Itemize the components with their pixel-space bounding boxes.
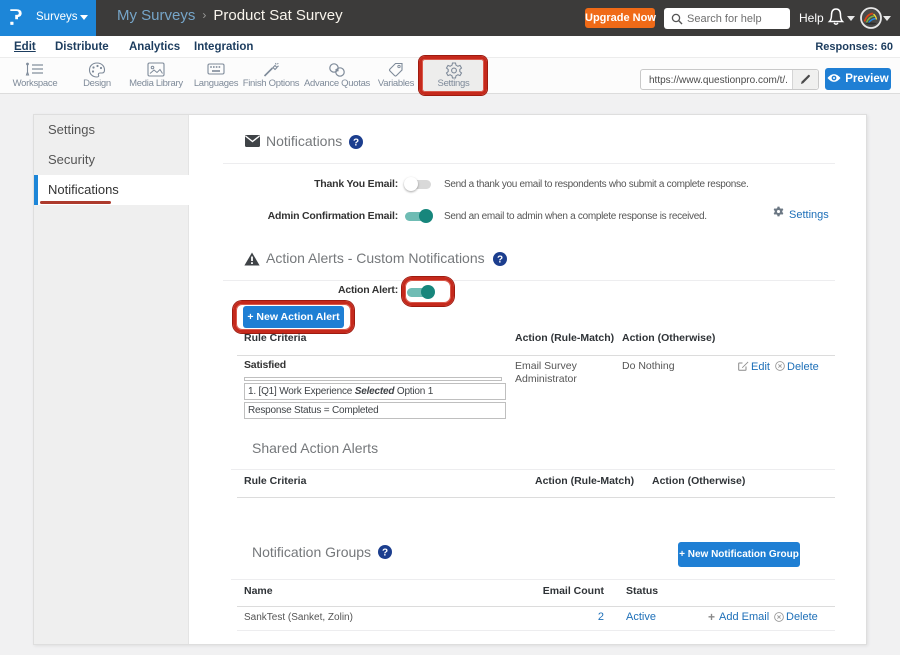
- svg-text:?: ?: [497, 255, 503, 266]
- svg-text:?: ?: [382, 548, 388, 559]
- svg-text:?: ?: [353, 138, 359, 149]
